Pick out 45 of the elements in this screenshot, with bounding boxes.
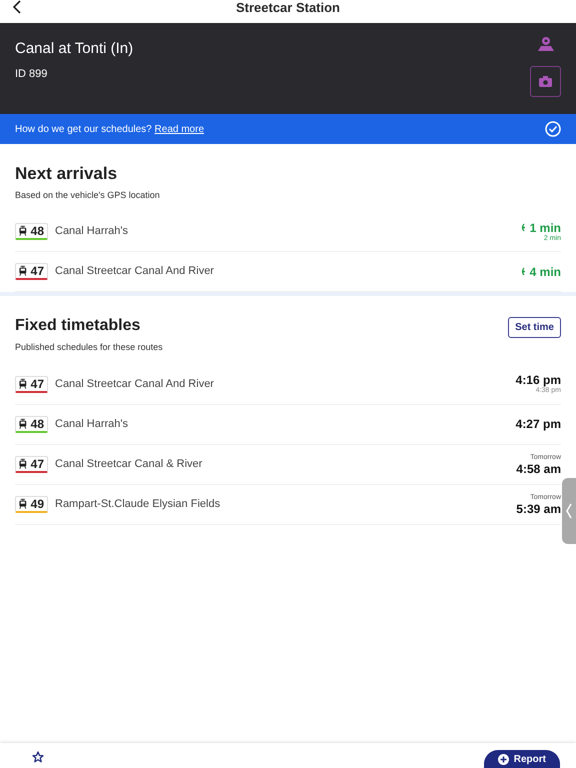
- set-time-button[interactable]: Set time: [508, 317, 561, 338]
- star-icon[interactable]: [32, 751, 44, 763]
- tram-icon: [19, 265, 27, 277]
- route-badge: 47: [15, 376, 48, 392]
- departure-time: 4:58 am: [516, 462, 561, 474]
- destination-text: Canal Streetcar Canal & River: [55, 456, 202, 472]
- destination-text: Rampart-St.Claude Elysian Fields: [55, 496, 220, 512]
- route-badge: 48: [15, 416, 48, 432]
- route-badge: 49: [15, 496, 48, 512]
- section-subtitle: Based on the vehicle's GPS location: [15, 188, 161, 202]
- departure-time: 5:39 am: [516, 502, 561, 514]
- tram-icon: [19, 458, 27, 470]
- arrival-time: 4 min: [530, 266, 561, 278]
- read-more-link[interactable]: Read more: [154, 124, 204, 134]
- side-drawer-handle[interactable]: [562, 478, 576, 544]
- chevron-left-icon: [566, 503, 572, 519]
- tram-icon: [19, 498, 27, 510]
- tram-icon: [19, 378, 27, 390]
- section-title: Fixed timetables: [15, 316, 142, 336]
- stop-name: Canal at Tonti (In): [15, 39, 134, 59]
- route-badge: 47: [15, 456, 48, 472]
- destination-text: Canal Harrah's: [55, 416, 128, 432]
- departure-time: 4:27 pm: [516, 418, 561, 430]
- screen-title: Streetcar Station: [236, 0, 340, 17]
- destination-text: Canal Harrah's: [55, 224, 128, 240]
- stop-id: ID 899: [15, 66, 48, 82]
- section-subtitle: Published schedules for these routes: [15, 341, 163, 354]
- live-signal-icon: [520, 223, 525, 232]
- route-badge: 47: [15, 263, 48, 280]
- check-circle-icon[interactable]: [545, 121, 561, 137]
- destination-text: Canal Streetcar Canal And River: [55, 264, 214, 280]
- arrival-time: 1 min: [530, 222, 561, 234]
- section-title: Next arrivals: [15, 163, 118, 185]
- back-icon[interactable]: [12, 0, 22, 14]
- camera-icon: [539, 76, 552, 87]
- route-badge: 48: [15, 223, 48, 240]
- banner-text: How do we get our schedules?: [15, 124, 152, 134]
- report-button[interactable]: Report: [484, 750, 560, 768]
- tram-icon: [19, 418, 27, 430]
- departure-time: 4:16 pm: [516, 374, 561, 386]
- destination-text: Canal Streetcar Canal And River: [55, 376, 214, 392]
- tram-icon: [19, 225, 27, 237]
- plus-icon: [498, 754, 509, 764]
- camera-button[interactable]: [530, 66, 561, 97]
- live-signal-icon: [520, 267, 525, 276]
